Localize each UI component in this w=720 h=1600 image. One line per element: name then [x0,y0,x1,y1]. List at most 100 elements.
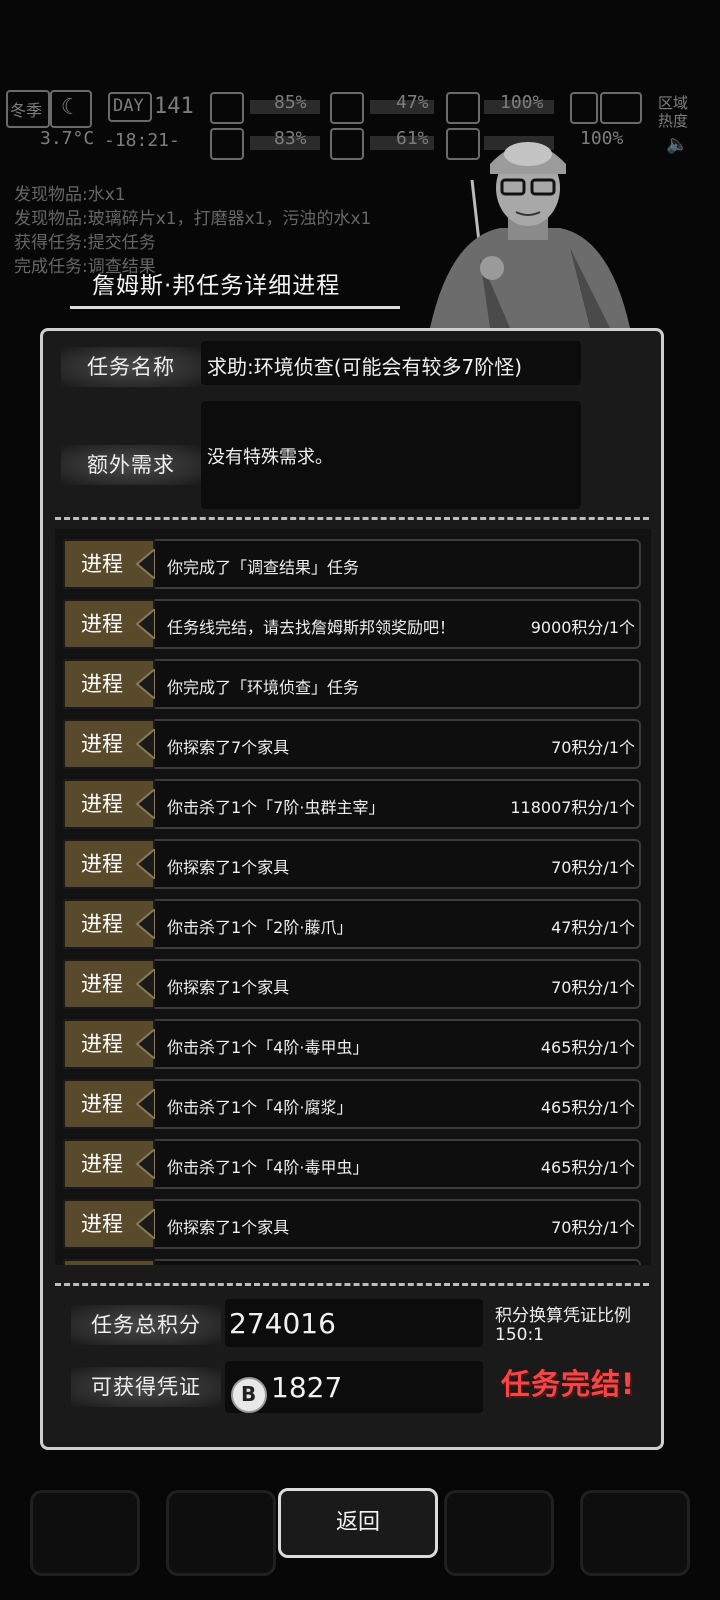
progress-points: 465积分/1个 [540,1098,635,1117]
progress-description: 你击杀了1个「4阶·毒甲虫」 [167,1158,369,1177]
log-line: 发现物品:水x1 [14,185,126,205]
shop-cart-icon[interactable] [444,1490,554,1576]
extra-req-field: 没有特殊需求。 [201,401,581,509]
progress-description: 你击杀了1个「7阶·虫群主宰」 [167,798,385,817]
progress-entry-body: 你探索了1个家具 70积分/1个 [155,1199,641,1249]
progress-points: 70积分/1个 [551,738,635,757]
progress-points: 9000积分/1个 [530,618,635,637]
vouchers-label: 可获得凭证 [71,1367,221,1407]
season-text: 冬季 [10,101,43,120]
progress-entry: 进程 你完成了「调查结果」任务 [63,539,643,589]
divider [55,1283,649,1286]
total-points-value: 274016 [229,1307,336,1340]
progress-entry: 进程 你击杀了1个「4阶·毒甲虫」 465积分/1个 [63,1139,643,1189]
progress-description: 你探索了1个家具 [167,978,290,997]
progress-list[interactable]: 进程 你完成了「调查结果」任务进程 任务线完结，请去找詹姆斯邦领奖励吧！ 9000积分… [55,529,651,1265]
task-complete-text: 任务完结! [501,1367,636,1401]
title-underline [70,306,400,309]
chevron-left-icon [135,1029,155,1059]
menu-list-icon[interactable] [580,1490,690,1576]
progress-entry: 进程 你击杀了1个「4阶·腐浆」 465积分/1个 [63,1079,643,1129]
chevron-left-icon [135,909,155,939]
chevron-left-icon [135,609,155,639]
progress-entry-body: 你探索了7个家具 70积分/1个 [155,719,641,769]
progress-entry-body: 你击杀了1个「2阶·藤爪」 47积分/1个 [155,899,641,949]
lung-icon [446,92,480,124]
progress-description: 你击杀了1个「4阶·腐浆」 [167,1098,353,1117]
chevron-left-icon [135,789,155,819]
stamina-value: 100% [500,92,544,113]
ratio-value: 150:1 [495,1325,544,1345]
brain-icon [210,128,244,160]
voucher-coin-icon: B [231,1377,267,1413]
zone-heat-label: 区域热度 [658,94,689,130]
chevron-left-icon [135,1089,155,1119]
health-value: 85% [274,92,307,113]
progress-entry-body: 你完成了「调查结果」任务 [155,539,641,589]
panel-title: 詹姆斯·邦任务详细进程 [70,258,410,309]
stomach-icon [330,92,364,124]
progress-entry-body: 任务线完结，请去找詹姆斯邦领奖励吧！ 9000积分/1个 [155,599,641,649]
progress-entry: 进程 你探索了1个家具 70积分/1个 [63,839,643,889]
speaker-icon[interactable]: 🔈 [666,134,688,155]
chevron-left-icon [135,729,155,759]
progress-points: 465积分/1个 [540,1038,635,1057]
progress-description: 你探索了1个家具 [167,858,290,877]
progress-points: 47积分/1个 [551,918,635,937]
npc-portrait [430,142,630,328]
person-icon [570,92,598,124]
progress-points: 465积分/1个 [540,1158,635,1177]
chevron-left-icon [135,849,155,879]
progress-entry: 进程 你探索了7个家具 70积分/1个 [63,719,643,769]
total-points-field: 274016 [225,1299,483,1347]
progress-entry: 进程 任务线完结，请去找詹姆斯邦领奖励吧！ 9000积分/1个 [63,599,643,649]
chevron-left-icon [135,1149,155,1179]
vouchers-value: 1827 [271,1371,343,1404]
moon-icon: ☾ [50,90,92,128]
day-value: 141 [154,94,194,119]
progress-entry-body: 你击杀了1个「4阶·毒甲虫」 465积分/1个 [155,1139,641,1189]
progress-entry-body: 你击杀了1个「7阶·虫群主宰」 118007积分/1个 [155,779,641,829]
extra-req-label: 额外需求 [61,445,201,485]
progress-description: 任务线完结，请去找詹姆斯邦领奖励吧！ [167,618,456,637]
chevron-left-icon [135,969,155,999]
progress-entry: 进程 你探索了1个家具 70积分/1个 [63,1199,643,1249]
progress-entry: 进程 你击杀了1个「4阶·毒甲虫」 465积分/1个 [63,1019,643,1069]
flag-icon [600,92,642,124]
chevron-left-icon [135,669,155,699]
progress-entry-body: 你探索了1个家具 70积分/1个 [155,839,641,889]
progress-entry: 进程 你完成了「环境侦查」任务 [63,659,643,709]
progress-description: 你击杀了1个「2阶·藤爪」 [167,918,353,937]
task-progress-dialog: 任务名称 求助:环境侦查(可能会有较多7阶怪) 额外需求 没有特殊需求。 进程你… [40,328,664,1450]
task-name-label: 任务名称 [61,347,201,387]
progress-entry-body: 你探索了1个家具 70积分/1个 [155,959,641,1009]
progress-entry: 进程 你击杀了1个「2阶·藤爪」 47积分/1个 [63,899,643,949]
progress-points: 70积分/1个 [551,978,635,997]
medkit-icon [210,92,244,124]
progress-entry: 进程你走进了「维诺德印刷厂5层」840积分/1个 [63,1259,643,1265]
progress-points: 70积分/1个 [551,1218,635,1237]
back-button[interactable]: 返回 [278,1488,438,1558]
progress-description: 你完成了「环境侦查」任务 [167,678,360,697]
progress-points: 118007积分/1个 [510,798,635,817]
skills-brain-icon[interactable] [166,1490,276,1576]
log-line: 发现物品:玻璃碎片x1，打磨器x1，污浊的水x1 [14,209,372,229]
progress-entry-body: 你击杀了1个「4阶·腐浆」 465积分/1个 [155,1079,641,1129]
progress-entry-body: 你完成了「环境侦查」任务 [155,659,641,709]
divider [55,517,649,520]
chevron-left-icon [135,1209,155,1239]
backpack-icon[interactable] [30,1490,140,1576]
progress-points: 70积分/1个 [551,858,635,877]
progress-tag: 进程 [63,1259,155,1265]
clock-text: -18:21- [104,130,180,151]
hunger-value: 47% [396,92,429,113]
progress-description: 你完成了「调查结果」任务 [167,558,360,577]
water-drop-icon [330,128,364,160]
progress-description: 你探索了7个家具 [167,738,290,757]
progress-description: 你击杀了1个「4阶·毒甲虫」 [167,1038,369,1057]
day-label: DAY [108,92,152,122]
progress-entry: 进程 你探索了1个家具 70积分/1个 [63,959,643,1009]
task-name-value: 求助:环境侦查(可能会有较多7阶怪) [207,355,523,379]
log-line: 获得任务:提交任务 [14,233,156,253]
total-points-label: 任务总积分 [71,1305,221,1345]
